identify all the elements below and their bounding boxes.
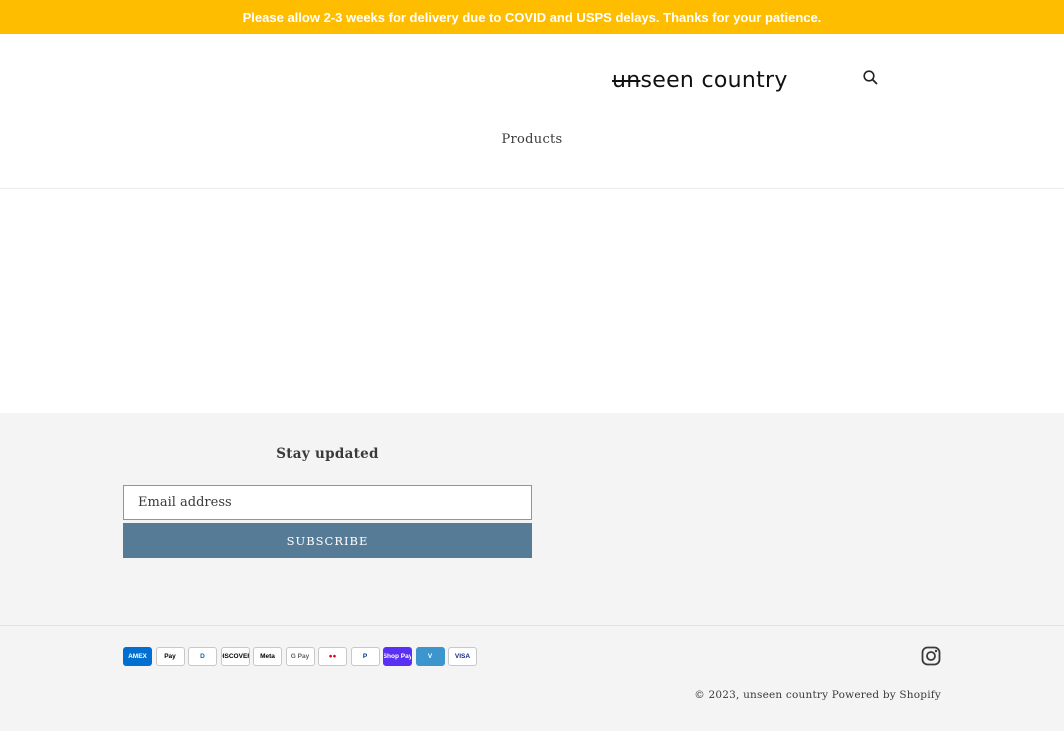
payment-icon-paypal: P bbox=[350, 647, 380, 666]
copyright-prefix: © 2023, bbox=[694, 689, 740, 701]
site-logo[interactable]: unseen country bbox=[612, 68, 788, 98]
nav-item-products[interactable]: Products bbox=[501, 132, 562, 147]
payment-icon-discover: DISCOVER bbox=[220, 647, 250, 666]
logo-prefix: un bbox=[612, 68, 641, 93]
announcement-bar: Please allow 2-3 weeks for delivery due … bbox=[0, 0, 1064, 34]
main-content bbox=[0, 189, 1064, 413]
payment-icon-mastercard: ●● bbox=[318, 647, 347, 666]
payment-icon-venmo: V bbox=[415, 647, 445, 666]
footer-newsletter-section: Stay updated SUBSCRIBE bbox=[0, 413, 1064, 625]
payment-icon-american-express: AMEX bbox=[123, 647, 152, 666]
announcement-text: Please allow 2-3 weeks for delivery due … bbox=[242, 9, 822, 25]
payment-icon-meta-pay: Meta bbox=[253, 647, 282, 666]
instagram-icon bbox=[921, 646, 941, 666]
newsletter-title: Stay updated bbox=[276, 446, 379, 462]
main-nav: Products bbox=[0, 132, 1064, 147]
payment-icons: AMEXPayDDISCOVERMetaG Pay●●PShop PayVVIS… bbox=[123, 647, 477, 666]
store-link[interactable]: unseen country bbox=[743, 689, 828, 701]
footer-bottom: AMEXPayDDISCOVERMetaG Pay●●PShop PayVVIS… bbox=[0, 625, 1064, 731]
instagram-link[interactable] bbox=[921, 646, 941, 666]
payment-icon-diners-club: D bbox=[188, 647, 217, 666]
payment-icon-google-pay: G Pay bbox=[285, 647, 315, 666]
payment-icon-visa: VISA bbox=[448, 647, 477, 666]
payment-icon-shop-pay: Shop Pay bbox=[383, 647, 412, 666]
search-button[interactable] bbox=[860, 67, 882, 89]
logo-suffix: seen country bbox=[640, 68, 788, 93]
copyright: © 2023, unseen country Powered by Shopif… bbox=[694, 689, 941, 701]
subscribe-button[interactable]: SUBSCRIBE bbox=[123, 523, 532, 558]
payment-icon-apple-pay: Pay bbox=[155, 647, 185, 666]
email-input[interactable] bbox=[123, 485, 532, 520]
site-header: unseen country Products bbox=[0, 34, 1064, 189]
search-icon bbox=[863, 70, 878, 85]
powered-by-link[interactable]: Powered by Shopify bbox=[832, 689, 941, 701]
